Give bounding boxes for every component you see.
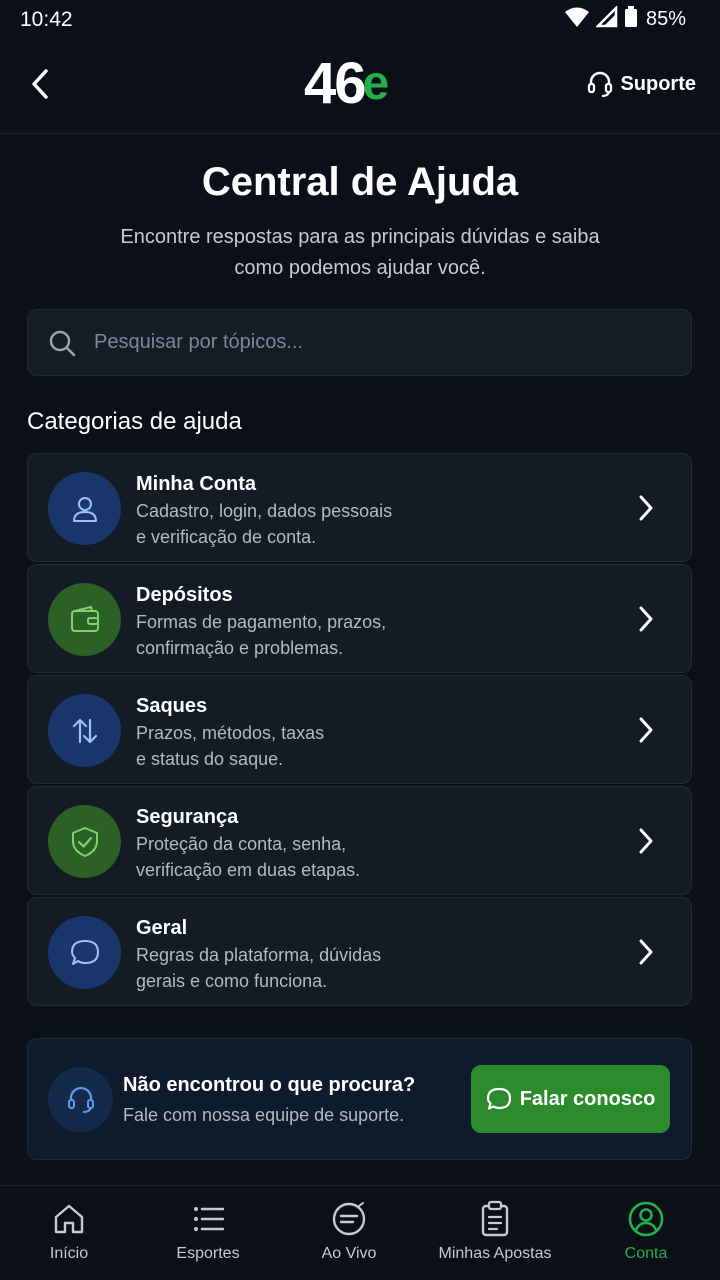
- list-icon: [190, 1200, 226, 1238]
- nav-label: Minhas Apostas: [438, 1245, 552, 1262]
- nav-item-minhas-apostas[interactable]: Minhas Apostas: [432, 1186, 558, 1280]
- wallet-icon: [70, 605, 99, 632]
- contact-icon-bg: [48, 1067, 113, 1132]
- support-button[interactable]: Suporte: [586, 70, 696, 98]
- chevron-right-icon: [637, 494, 655, 527]
- logo-accent: e: [362, 57, 390, 110]
- nav-item-conta[interactable]: Conta: [616, 1186, 676, 1280]
- category-title: Segurança: [136, 806, 239, 828]
- chevron-right-icon: [637, 938, 655, 971]
- contact-subtitle: Fale com nossa equipe de suporte.: [123, 1105, 405, 1125]
- category-title: Saques: [136, 695, 208, 717]
- category-description: Proteção da conta, senha, verificação em…: [136, 834, 361, 880]
- headset-icon: [588, 71, 613, 98]
- nav-item-inicio[interactable]: Início: [36, 1186, 102, 1280]
- chevron-right-icon: [637, 716, 655, 749]
- chevron-right-icon: [637, 605, 655, 638]
- category-list: Minha Conta Cadastro, login, dados pesso…: [27, 453, 692, 1008]
- nav-label: Esportes: [176, 1245, 240, 1262]
- category-icon-bg: [48, 472, 121, 545]
- bottom-navigation: Início Esportes Ao Vivo Minhas Apostas C…: [0, 1185, 720, 1280]
- status-icons: 85%: [564, 4, 686, 33]
- category-item-depositos[interactable]: Depósitos Formas de pagamento, prazos, c…: [27, 564, 692, 673]
- arrows-up-down-icon: [72, 718, 97, 743]
- signal-icon: [594, 4, 618, 33]
- search-bar: [27, 309, 692, 376]
- category-icon-bg: [48, 916, 121, 989]
- contact-button-label: Falar conosco: [519, 1087, 656, 1110]
- status-bar: 10:42 85%: [0, 0, 720, 40]
- category-title: Geral: [136, 917, 188, 939]
- live-icon: [330, 1200, 368, 1238]
- category-icon-bg: [48, 583, 121, 656]
- status-time: 10:42: [20, 8, 73, 31]
- app-header: 46 e Suporte: [0, 40, 720, 134]
- contact-title: Não encontrou o que procura?: [123, 1074, 416, 1096]
- nav-label: Ao Vivo: [321, 1245, 377, 1262]
- category-item-minha-conta[interactable]: Minha Conta Cadastro, login, dados pesso…: [27, 453, 692, 562]
- category-description: Regras da plataforma, dúvidas gerais e c…: [136, 945, 382, 991]
- nav-item-ao-vivo[interactable]: Ao Vivo: [314, 1186, 384, 1280]
- page-subtitle: Encontre respostas para as principais dú…: [120, 226, 600, 279]
- back-button[interactable]: [22, 64, 58, 104]
- category-item-saques[interactable]: Saques Prazos, métodos, taxas e status d…: [27, 675, 692, 784]
- chat-bubble-icon: [486, 1087, 511, 1110]
- support-label: Suporte: [620, 72, 696, 95]
- battery-percent: 85%: [645, 8, 686, 30]
- user-icon: [72, 496, 97, 522]
- account-icon: [627, 1200, 665, 1238]
- battery-icon: [624, 6, 638, 33]
- wifi-icon: [564, 6, 590, 33]
- nav-label: Início: [49, 1245, 89, 1262]
- chat-bubble-icon: [70, 939, 99, 965]
- nav-label: Conta: [624, 1245, 668, 1262]
- category-icon-bg: [48, 805, 121, 878]
- clipboard-icon: [478, 1200, 512, 1238]
- nav-item-esportes[interactable]: Esportes: [168, 1186, 248, 1280]
- shield-check-icon: [71, 826, 98, 857]
- search-icon: [48, 329, 76, 362]
- categories-heading: Categorias de ajuda: [27, 408, 242, 435]
- brand-logo: 46 e: [304, 54, 389, 114]
- home-icon: [51, 1200, 87, 1238]
- category-item-seguranca[interactable]: Segurança Proteção da conta, senha, veri…: [27, 786, 692, 895]
- page-title: Central de Ajuda: [201, 160, 519, 204]
- chevron-left-icon: [32, 69, 48, 99]
- category-item-geral[interactable]: Geral Regras da plataforma, dúvidas gera…: [27, 897, 692, 1006]
- headset-icon: [67, 1086, 94, 1113]
- category-description: Cadastro, login, dados pessoais e verifi…: [136, 501, 393, 547]
- logo-text: 46: [304, 51, 366, 116]
- category-title: Minha Conta: [136, 473, 256, 495]
- chevron-right-icon: [637, 827, 655, 860]
- category-icon-bg: [48, 694, 121, 767]
- category-description: Formas de pagamento, prazos, confirmação…: [136, 612, 387, 658]
- contact-support-card: Não encontrou o que procura? Fale com no…: [27, 1038, 692, 1160]
- search-input[interactable]: [94, 310, 674, 375]
- contact-us-button[interactable]: Falar conosco: [471, 1065, 670, 1133]
- category-description: Prazos, métodos, taxas e status do saque…: [136, 723, 325, 769]
- category-title: Depósitos: [136, 584, 233, 606]
